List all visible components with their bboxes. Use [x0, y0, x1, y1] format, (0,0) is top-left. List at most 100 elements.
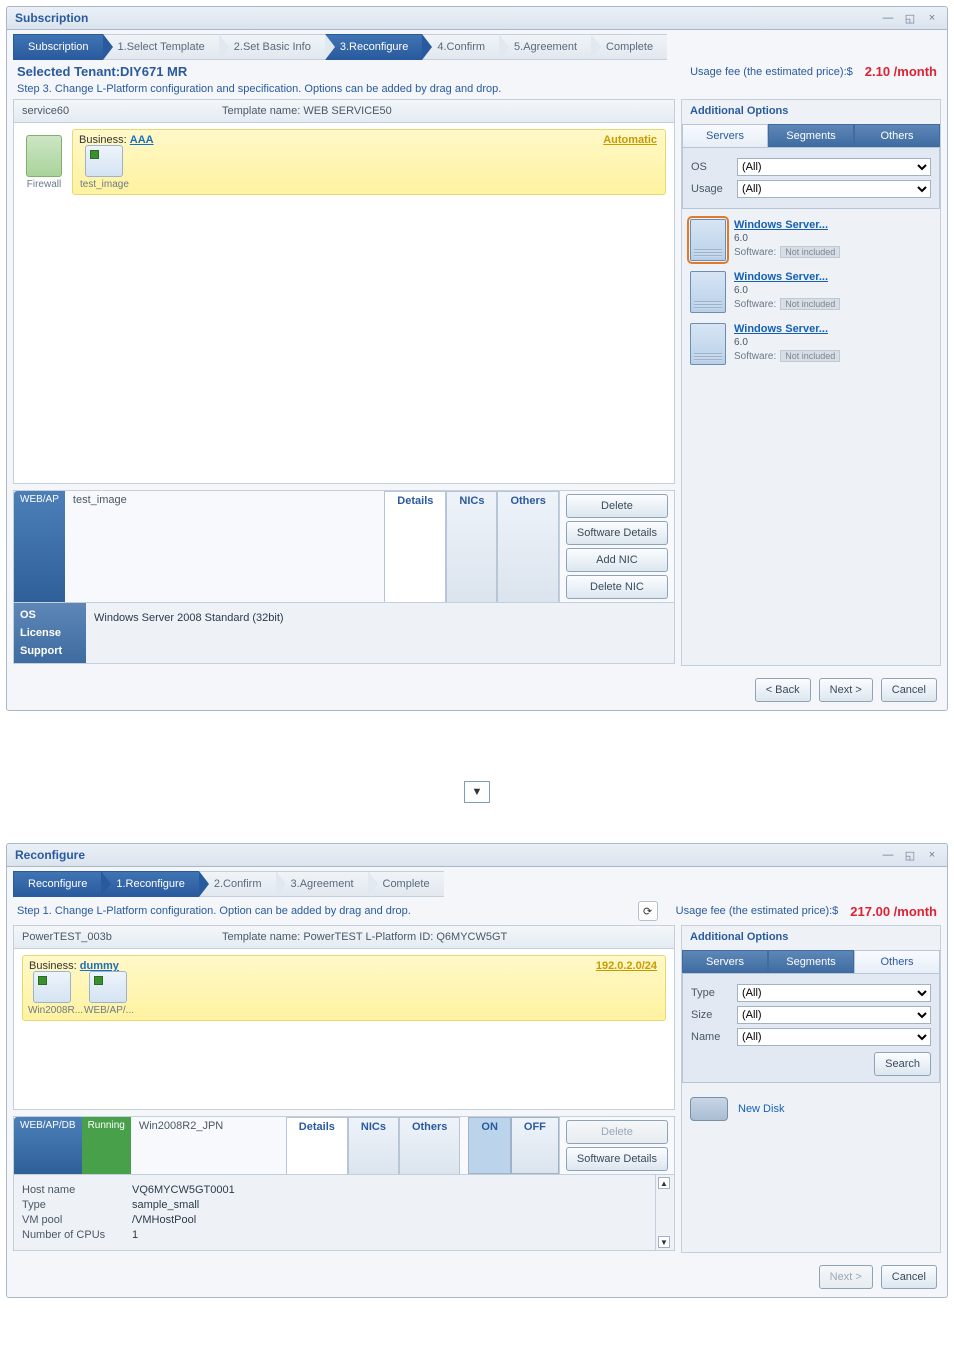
business-segment[interactable]: Business: AAA Automatic — [72, 129, 666, 195]
server-name-link[interactable]: Windows Server... — [734, 271, 840, 283]
lplatform-canvas[interactable]: Business: dummy 192.0.2.0/24 Win2008R...… — [13, 949, 675, 1110]
size-filter-select[interactable]: (All) — [737, 1006, 931, 1024]
vmpool-label: VM pool — [22, 1214, 132, 1226]
step-5[interactable]: 5.Agreement — [514, 41, 577, 53]
standalone-dropdown[interactable]: ▼ — [464, 781, 490, 803]
service-name: service60 — [22, 105, 222, 117]
disk-name: New Disk — [738, 1103, 784, 1115]
rtab-servers[interactable]: Servers — [682, 950, 768, 973]
back-button[interactable]: < Back — [755, 678, 811, 702]
type-label: Type — [22, 1199, 132, 1211]
step-3[interactable]: 3.Reconfigure — [340, 41, 409, 53]
properties-header: WEB/AP/DB Running Win2008R2_JPN Details … — [13, 1116, 675, 1175]
tab-others[interactable]: Others — [497, 491, 558, 602]
search-button[interactable]: Search — [874, 1052, 931, 1076]
wizard-steps: Reconfigure 1.Reconfigure 2.Confirm 3.Ag… — [13, 871, 941, 897]
os-filter-label: OS — [691, 161, 737, 173]
server-size: 6.0 — [734, 233, 840, 244]
cancel-button[interactable]: Cancel — [881, 1265, 937, 1289]
restore-icon[interactable]: ◱ — [903, 848, 917, 862]
step-1[interactable]: 1.Reconfigure — [116, 878, 185, 890]
delete-button[interactable]: Delete — [566, 494, 668, 518]
additional-options-title: Additional Options — [682, 100, 940, 122]
server-template-item[interactable]: Windows Server... 6.0 Software:Not inclu… — [682, 323, 940, 365]
minimize-icon[interactable]: — — [881, 11, 895, 25]
rtab-servers[interactable]: Servers — [682, 124, 768, 147]
service-name: PowerTEST_003b — [22, 931, 222, 943]
state-badge: Running — [82, 1117, 131, 1174]
next-button[interactable]: Next > — [819, 678, 873, 702]
additional-options-title: Additional Options — [682, 926, 940, 948]
usage-filter-label: Usage — [691, 183, 737, 195]
server-icon — [690, 271, 726, 313]
rtab-others[interactable]: Others — [854, 124, 940, 147]
close-icon[interactable]: × — [925, 11, 939, 25]
firewall-icon[interactable]: Firewall — [22, 135, 66, 190]
template-name: Template name: WEB SERVICE50 — [222, 105, 392, 117]
tab-nics[interactable]: NICs — [348, 1117, 399, 1174]
selected-tenant: Selected Tenant:DIY671 MR — [17, 64, 187, 79]
software-details-button[interactable]: Software Details — [566, 521, 668, 545]
add-nic-button[interactable]: Add NIC — [566, 548, 668, 572]
step-2[interactable]: 2.Set Basic Info — [234, 41, 311, 53]
power-off[interactable]: OFF — [511, 1117, 559, 1174]
segment-ip[interactable]: 192.0.2.0/24 — [596, 960, 657, 972]
tab-others[interactable]: Others — [399, 1117, 460, 1174]
server-template-item[interactable]: Windows Server... 6.0 Software:Not inclu… — [682, 271, 940, 313]
usage-fee-label: Usage fee (the estimated price):$ — [690, 66, 853, 78]
size-filter-label: Size — [691, 1009, 737, 1021]
step-instruction: Step 1. Change L-Platform configuration.… — [17, 905, 411, 917]
step-1[interactable]: 1.Select Template — [118, 41, 205, 53]
server-name-link[interactable]: Windows Server... — [734, 323, 840, 335]
restore-icon[interactable]: ◱ — [903, 11, 917, 25]
type-filter-select[interactable]: (All) — [737, 984, 931, 1002]
minimize-icon[interactable]: — — [881, 848, 895, 862]
name-filter-select[interactable]: (All) — [737, 1028, 931, 1046]
vmpool-value: /VMHostPool — [132, 1214, 647, 1226]
lplatform-canvas[interactable]: Firewall Business: AAA Automatic test_im… — [13, 123, 675, 484]
next-button[interactable]: Next > — [819, 1265, 873, 1289]
delete-button[interactable]: Delete — [566, 1120, 668, 1144]
host-name-value: VQ6MYCW5GT0001 — [132, 1184, 647, 1196]
business-link[interactable]: AAA — [130, 134, 154, 146]
canvas-server[interactable]: WEB/AP/... — [84, 971, 132, 1016]
tab-details[interactable]: Details — [286, 1117, 348, 1174]
tab-details[interactable]: Details — [384, 491, 446, 602]
disk-template-item[interactable]: New Disk — [682, 1097, 940, 1121]
rtab-segments[interactable]: Segments — [768, 950, 854, 973]
cpus-value: 1 — [132, 1229, 647, 1241]
refresh-icon[interactable]: ⟳ — [638, 901, 658, 921]
window-title: Reconfigure — [15, 848, 881, 862]
cpus-label: Number of CPUs — [22, 1229, 132, 1241]
step-2[interactable]: 2.Confirm — [214, 878, 262, 890]
power-on[interactable]: ON — [468, 1117, 511, 1174]
step-complete[interactable]: Complete — [606, 41, 653, 53]
rtab-others[interactable]: Others — [854, 950, 940, 973]
server-name-link[interactable]: Windows Server... — [734, 219, 840, 231]
close-icon[interactable]: × — [925, 848, 939, 862]
canvas-server[interactable]: test_image — [80, 145, 128, 190]
automatic-link[interactable]: Automatic — [603, 134, 657, 146]
selected-name: test_image — [65, 491, 384, 602]
server-template-item[interactable]: Windows Server... 6.0 Software:Not inclu… — [682, 219, 940, 261]
canvas-server[interactable]: Win2008R... — [28, 971, 76, 1016]
scroll-up-icon[interactable]: ▲ — [658, 1177, 670, 1189]
left-label-col: OS License Support — [14, 603, 86, 663]
step-3[interactable]: 3.Agreement — [291, 878, 354, 890]
rtab-segments[interactable]: Segments — [768, 124, 854, 147]
type-filter-label: Type — [691, 987, 737, 999]
step-subscription: Subscription — [28, 41, 89, 53]
disk-icon — [690, 1097, 728, 1121]
tab-nics[interactable]: NICs — [446, 491, 497, 602]
step-4[interactable]: 4.Confirm — [437, 41, 485, 53]
type-value: sample_small — [132, 1199, 647, 1211]
selected-type-tag: WEB/AP/DB — [14, 1117, 82, 1174]
scroll-down-icon[interactable]: ▼ — [658, 1236, 670, 1248]
step-complete[interactable]: Complete — [383, 878, 430, 890]
software-details-button[interactable]: Software Details — [566, 1147, 668, 1171]
os-filter-select[interactable]: (All) — [737, 158, 931, 176]
usage-fee-value: 217.00 /month — [850, 904, 937, 919]
cancel-button[interactable]: Cancel — [881, 678, 937, 702]
usage-filter-select[interactable]: (All) — [737, 180, 931, 198]
delete-nic-button[interactable]: Delete NIC — [566, 575, 668, 599]
